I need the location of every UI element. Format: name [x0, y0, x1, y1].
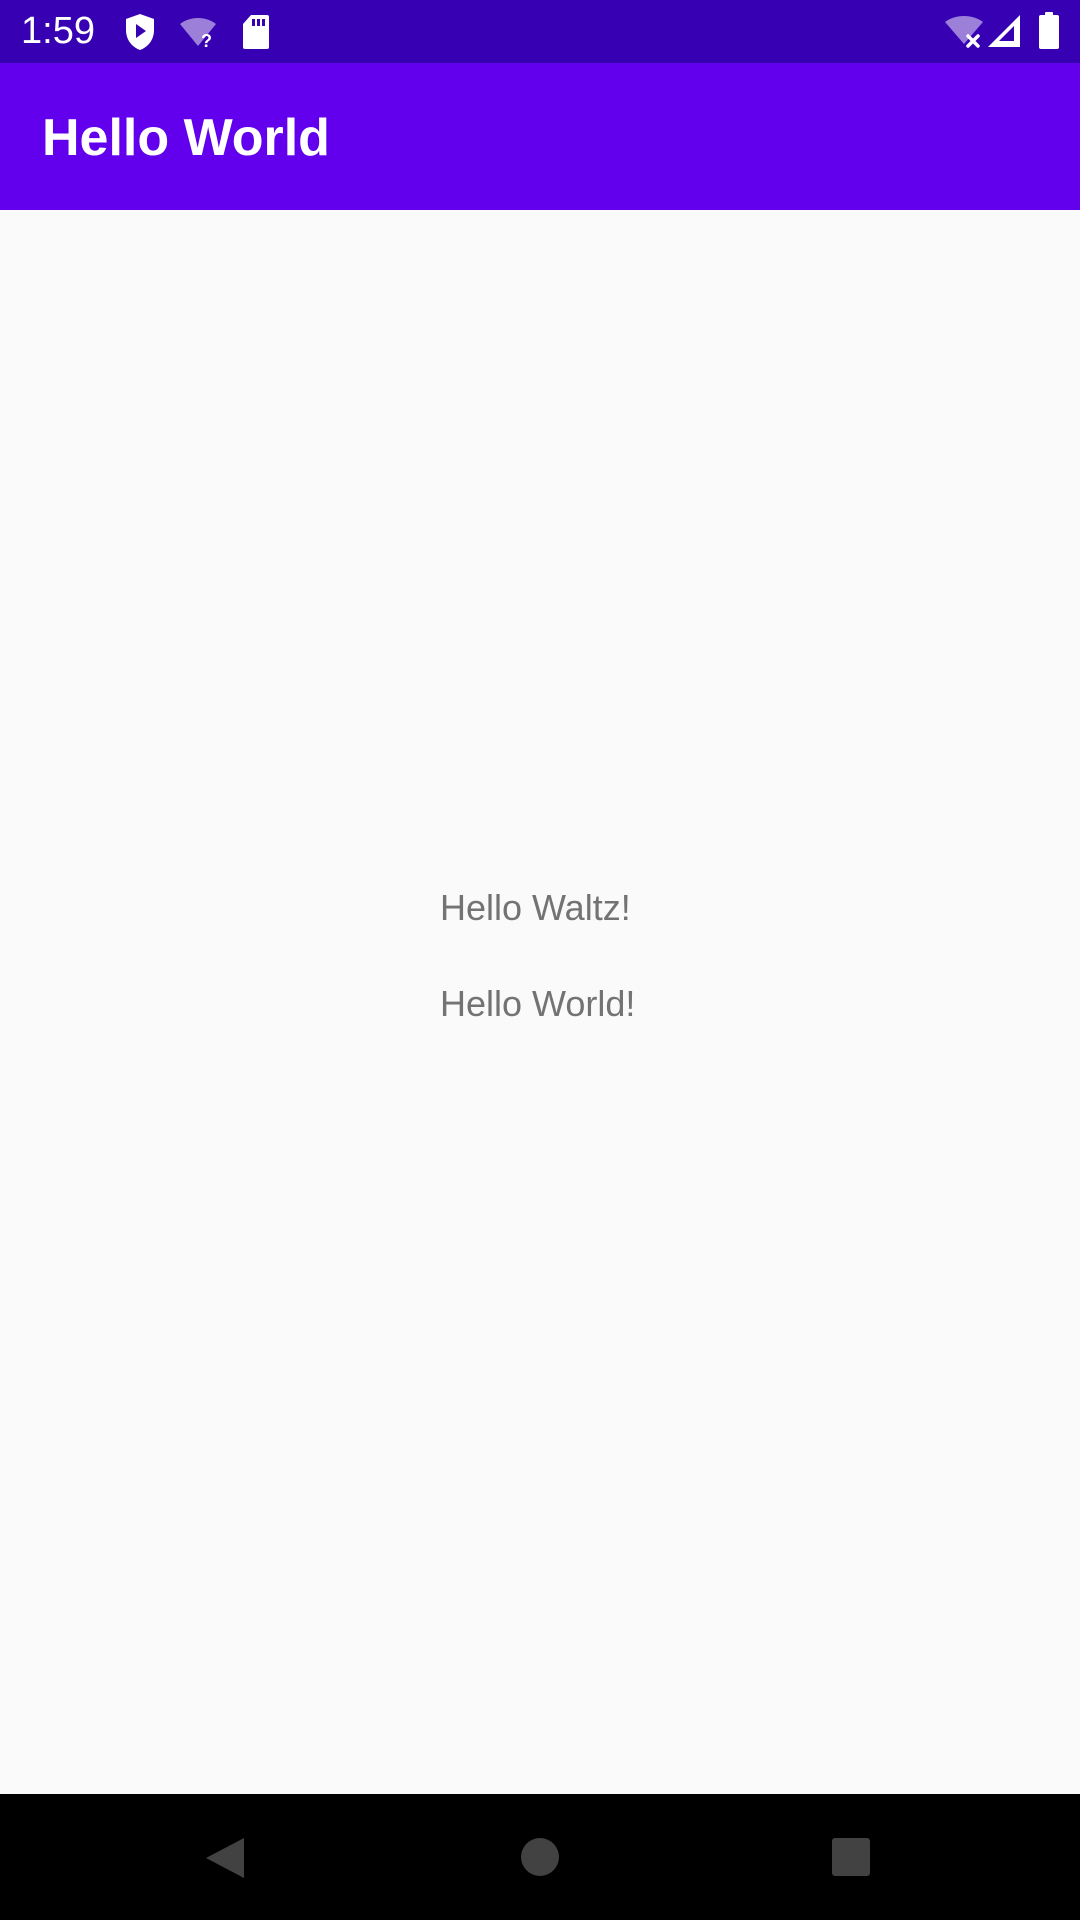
- signal-icon: [988, 15, 1020, 47]
- wifi-question-icon: ?: [180, 18, 216, 48]
- recents-icon[interactable]: [831, 1837, 871, 1877]
- hello-world-text: Hello World!: [440, 983, 636, 1024]
- wifi-off-icon: [945, 16, 983, 48]
- svg-text:?: ?: [201, 31, 212, 48]
- battery-icon: [1039, 12, 1059, 49]
- status-time: 1:59: [21, 10, 95, 52]
- home-icon[interactable]: [519, 1836, 561, 1878]
- navigation-bar: [0, 1794, 1080, 1920]
- status-bar: 1:59 ?: [0, 0, 1080, 63]
- back-icon[interactable]: [202, 1836, 246, 1880]
- play-protect-icon: [126, 14, 154, 50]
- app-title: Hello World: [42, 109, 330, 167]
- hello-waltz-text: Hello Waltz!: [440, 887, 631, 928]
- main-content: Hello Waltz! Hello World!: [0, 210, 1080, 1794]
- sd-card-icon: [243, 15, 269, 49]
- screen: 1:59 ? Hello World Hello Waltz! Hello Wo…: [0, 0, 1080, 1920]
- app-bar: Hello World: [0, 63, 1080, 210]
